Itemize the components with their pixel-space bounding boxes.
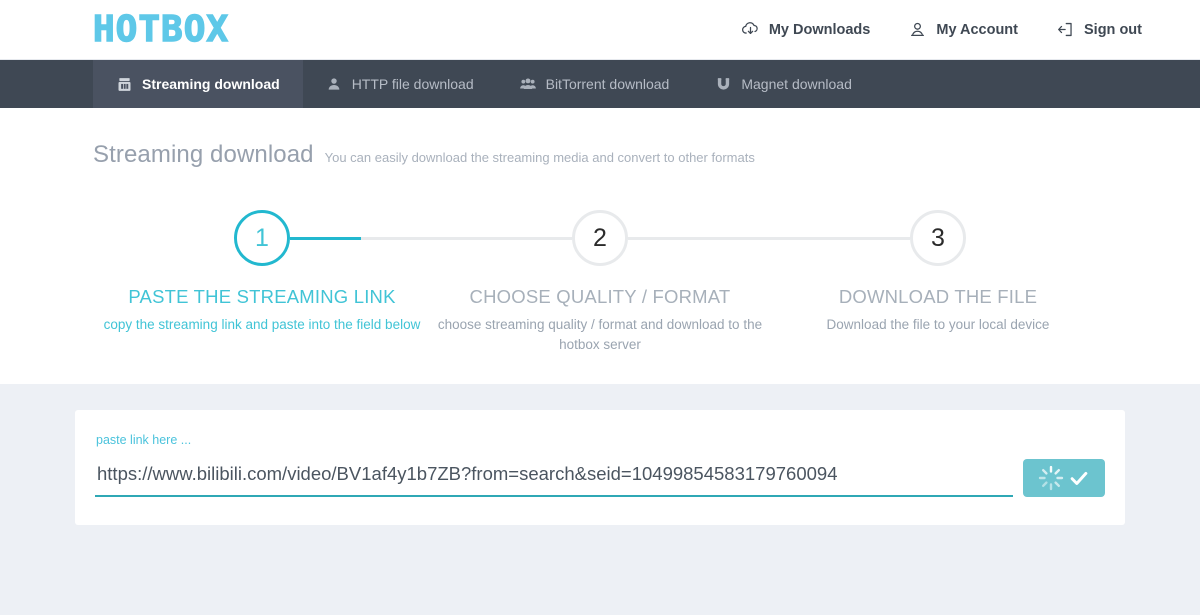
step-1-connector-fill bbox=[290, 236, 361, 240]
user-icon bbox=[326, 76, 342, 92]
loading-spinner-icon bbox=[1038, 465, 1064, 491]
primary-tabbar: Streaming download HTTP file download Bi… bbox=[0, 60, 1200, 108]
tab-label: Magnet download bbox=[741, 76, 852, 92]
tab-label: BitTorrent download bbox=[545, 76, 670, 92]
step-3-desc: Download the file to your local device bbox=[826, 317, 1050, 332]
tab-streaming-download[interactable]: Streaming download bbox=[93, 60, 303, 108]
step-3-circle-row: 3 bbox=[769, 210, 1107, 266]
step-1-label: PASTE THE STREAMING LINK bbox=[128, 286, 396, 307]
streaming-link-input[interactable] bbox=[95, 459, 1013, 498]
page-subtitle: You can easily download the streaming me… bbox=[324, 150, 755, 165]
tab-http-file-download[interactable]: HTTP file download bbox=[303, 60, 497, 108]
logo[interactable]: HOTBOX bbox=[92, 10, 229, 47]
step-2-connector-left bbox=[431, 236, 572, 240]
step-indicator: 1 PASTE THE STREAMING LINK copy the stre… bbox=[93, 210, 1107, 354]
tab-bittorrent-download[interactable]: BitTorrent download bbox=[497, 60, 693, 108]
step-2-desc: choose streaming quality / format and do… bbox=[437, 317, 763, 352]
header-link-my-downloads[interactable]: My Downloads bbox=[741, 20, 871, 39]
step-2-label: CHOOSE QUALITY / FORMAT bbox=[469, 286, 731, 307]
paste-link-label: paste link here ... bbox=[96, 433, 192, 448]
step-3-circle[interactable]: 3 bbox=[910, 210, 966, 266]
site-header: HOTBOX My Downloads My Account Sign out bbox=[0, 0, 1200, 60]
input-row bbox=[95, 459, 1105, 498]
step-3-connector-left bbox=[769, 236, 910, 240]
submit-link-button[interactable] bbox=[1023, 459, 1105, 498]
streaming-icon bbox=[116, 76, 132, 92]
step-2[interactable]: 2 CHOOSE QUALITY / FORMAT choose streami… bbox=[431, 210, 769, 354]
step-1-connector-right bbox=[290, 236, 431, 240]
magnet-icon bbox=[715, 76, 731, 92]
users-group-icon bbox=[519, 76, 536, 92]
tab-magnet-download[interactable]: Magnet download bbox=[692, 60, 875, 108]
header-link-label: My Account bbox=[936, 21, 1018, 38]
link-input-card: paste link here ... bbox=[75, 410, 1125, 526]
user-icon bbox=[908, 20, 927, 39]
header-link-sign-out[interactable]: Sign out bbox=[1056, 20, 1142, 39]
step-3[interactable]: 3 DOWNLOAD THE FILE Download the file to… bbox=[769, 210, 1107, 354]
sign-out-icon bbox=[1056, 20, 1075, 39]
step-1-desc: copy the streaming link and paste into t… bbox=[103, 317, 421, 332]
step-1[interactable]: 1 PASTE THE STREAMING LINK copy the stre… bbox=[93, 210, 431, 354]
step-2-connector-right bbox=[628, 236, 769, 240]
step-1-circle[interactable]: 1 bbox=[234, 210, 290, 266]
step-3-label: DOWNLOAD THE FILE bbox=[838, 286, 1038, 307]
tab-label: HTTP file download bbox=[351, 76, 474, 92]
form-area: paste link here ... bbox=[0, 384, 1200, 615]
check-icon bbox=[1068, 467, 1090, 489]
page-title: Streaming download bbox=[93, 141, 314, 168]
header-link-my-account[interactable]: My Account bbox=[908, 20, 1018, 39]
tab-label: Streaming download bbox=[142, 76, 280, 92]
header-link-label: Sign out bbox=[1084, 21, 1142, 38]
title-row: Streaming download You can easily downlo… bbox=[93, 141, 1200, 169]
steps-area: 1 PASTE THE STREAMING LINK copy the stre… bbox=[0, 169, 1200, 385]
step-2-circle[interactable]: 2 bbox=[572, 210, 628, 266]
header-nav: My Downloads My Account Sign out bbox=[741, 20, 1142, 39]
header-link-label: My Downloads bbox=[768, 21, 871, 38]
page-title-area: Streaming download You can easily downlo… bbox=[0, 108, 1200, 169]
step-1-circle-row: 1 bbox=[93, 210, 431, 266]
step-2-circle-row: 2 bbox=[431, 210, 769, 266]
cloud-download-icon bbox=[741, 20, 760, 39]
